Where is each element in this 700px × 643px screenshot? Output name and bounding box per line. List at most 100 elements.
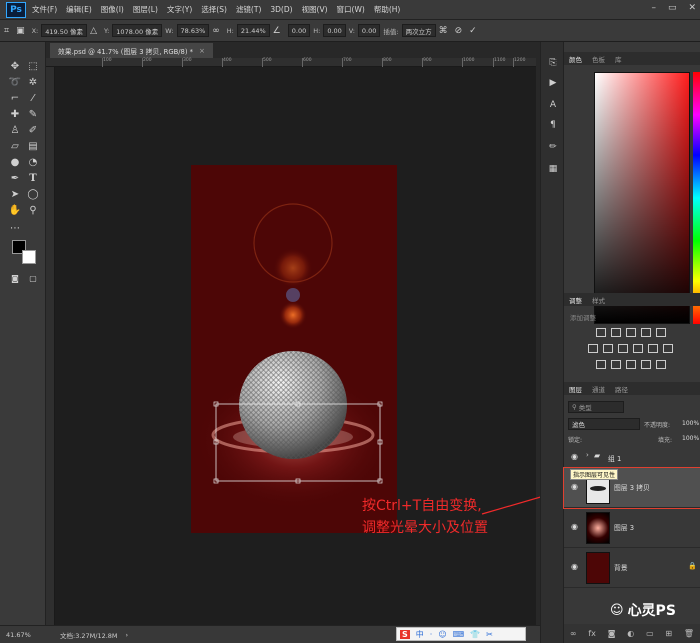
history-panel-icon[interactable]: ⎘ xyxy=(546,56,560,70)
path-select-icon[interactable]: ➤ xyxy=(8,188,22,202)
shape-tool-icon[interactable]: ◯ xyxy=(26,188,40,202)
skin-icon[interactable]: 👕 xyxy=(470,630,480,639)
sogou-icon[interactable]: S xyxy=(400,629,410,639)
menu-help[interactable]: 帮助(H) xyxy=(374,4,401,15)
adjustment-layer-icon[interactable]: ◐ xyxy=(627,629,634,638)
keyboard-icon[interactable]: ⌨ xyxy=(453,630,465,639)
levels-icon[interactable] xyxy=(611,328,621,337)
visibility-eye-icon[interactable]: ◉ xyxy=(571,482,578,491)
character-panel-icon[interactable]: A xyxy=(546,98,560,112)
blur-tool-icon[interactable]: ● xyxy=(8,156,22,170)
hand-tool-icon[interactable]: ✋ xyxy=(8,204,22,218)
menu-filter[interactable]: 滤镜(T) xyxy=(236,4,261,15)
actions-panel-icon[interactable]: ▶ xyxy=(546,76,560,90)
menu-3d[interactable]: 3D(D) xyxy=(270,5,292,14)
layer-row[interactable]: ◉ 图层 3 xyxy=(564,508,700,548)
visibility-eye-icon[interactable]: ◉ xyxy=(571,522,578,531)
channel-mixer-icon[interactable] xyxy=(648,344,658,353)
black-white-icon[interactable] xyxy=(618,344,628,353)
healing-brush-icon[interactable]: ✚ xyxy=(8,108,22,122)
hskew-field[interactable]: 0.00 xyxy=(323,24,346,37)
layer-row-group[interactable]: ◉ › ▰ 组 1 xyxy=(564,446,700,468)
screen-mode-icon[interactable]: ▢ xyxy=(26,272,40,286)
vibrance-icon[interactable] xyxy=(656,328,666,337)
more-tools-icon[interactable]: ⋯ xyxy=(8,222,22,236)
quick-mask-icon[interactable]: ◙ xyxy=(8,272,22,286)
zoom-level[interactable]: 41.67% xyxy=(6,631,60,639)
reference-point-icon[interactable]: ▣ xyxy=(16,26,25,36)
tab-libraries[interactable]: 库 xyxy=(610,54,627,64)
color-balance-icon[interactable] xyxy=(603,344,613,353)
chevron-right-icon[interactable]: › xyxy=(586,451,589,459)
type-tool-icon[interactable]: T xyxy=(26,172,40,186)
emoji-icon[interactable]: ☺ xyxy=(438,630,446,639)
opacity-value[interactable]: 100% xyxy=(682,420,699,427)
menu-file[interactable]: 文件(F) xyxy=(32,4,57,15)
commit-icon[interactable]: ✓ xyxy=(469,26,477,36)
document-tab[interactable]: 效果.psd @ 41.7% (图层 3 拷贝, RGB/8) * × xyxy=(50,43,213,58)
menu-edit[interactable]: 编辑(E) xyxy=(66,4,92,15)
minimize-icon[interactable]: – xyxy=(651,3,656,13)
history-brush-icon[interactable]: ✐ xyxy=(26,124,40,138)
threshold-icon[interactable] xyxy=(626,360,636,369)
x-field[interactable]: 419.50 像素 xyxy=(41,24,88,37)
color-lookup-icon[interactable] xyxy=(663,344,673,353)
eyedropper-icon[interactable]: ⁄ xyxy=(26,92,40,106)
interpolation-select[interactable]: 两次立方 xyxy=(401,24,436,37)
tab-swatches[interactable]: 色板 xyxy=(587,54,610,64)
menu-type[interactable]: 文字(Y) xyxy=(167,4,192,15)
tab-channels[interactable]: 通道 xyxy=(587,384,610,394)
visibility-eye-icon[interactable]: ◉ xyxy=(571,452,578,461)
vskew-field[interactable]: 0.00 xyxy=(357,24,381,37)
crop-tool-icon[interactable]: ⌐ xyxy=(8,92,22,106)
marquee-tool-icon[interactable]: ⬚ xyxy=(26,60,40,74)
delta-icon[interactable]: △ xyxy=(90,26,97,36)
color-field[interactable] xyxy=(594,72,690,324)
transform-tool-icon[interactable]: ⌗ xyxy=(4,26,9,36)
tab-color[interactable]: 颜色 xyxy=(564,54,587,64)
y-field[interactable]: 1078.00 像素 xyxy=(112,24,163,37)
layer-style-icon[interactable]: fx xyxy=(588,629,596,638)
tools-icon[interactable]: ✂ xyxy=(486,630,493,639)
new-group-icon[interactable]: ▭ xyxy=(646,629,654,638)
blend-mode-select[interactable]: 滤色 xyxy=(568,418,640,430)
selective-color-icon[interactable] xyxy=(641,360,651,369)
stamp-tool-icon[interactable]: ♙ xyxy=(8,124,22,138)
menu-view[interactable]: 视图(V) xyxy=(302,4,328,15)
magic-wand-icon[interactable]: ✲ xyxy=(26,76,40,90)
delete-layer-icon[interactable]: 🗑 xyxy=(684,629,694,638)
hue-slider[interactable] xyxy=(693,72,700,324)
brightness-icon[interactable] xyxy=(596,328,606,337)
posterize-icon[interactable] xyxy=(611,360,621,369)
dodge-tool-icon[interactable]: ◔ xyxy=(26,156,40,170)
ime-punct[interactable]: · xyxy=(430,630,433,639)
fill-value[interactable]: 100% xyxy=(682,435,699,442)
canvas-workspace[interactable] xyxy=(55,67,536,625)
warp-icon[interactable]: ⌘ xyxy=(439,26,448,36)
menu-select[interactable]: 选择(S) xyxy=(201,4,227,15)
layer-filter-select[interactable]: ⚲ 类型 xyxy=(568,401,624,413)
cancel-icon[interactable]: ⊘ xyxy=(455,26,463,36)
width-field[interactable]: 78.63% xyxy=(176,24,210,37)
invert-icon[interactable] xyxy=(596,360,606,369)
menu-layer[interactable]: 图层(L) xyxy=(133,4,158,15)
curves-icon[interactable] xyxy=(626,328,636,337)
clone-source-icon[interactable]: ▦ xyxy=(546,162,560,176)
lasso-tool-icon[interactable]: ➰ xyxy=(8,76,22,90)
ime-mode[interactable]: 中 xyxy=(416,629,424,640)
status-arrow-icon[interactable]: › xyxy=(126,631,129,639)
exposure-icon[interactable] xyxy=(641,328,651,337)
maximize-icon[interactable]: ▭ xyxy=(668,3,677,13)
photo-filter-icon[interactable] xyxy=(633,344,643,353)
height-field[interactable]: 21.44% xyxy=(236,24,270,37)
brush-tool-icon[interactable]: ✎ xyxy=(26,108,40,122)
gradient-tool-icon[interactable]: ▤ xyxy=(26,140,40,154)
move-tool-icon[interactable]: ✥ xyxy=(8,60,22,74)
paragraph-panel-icon[interactable]: ¶ xyxy=(546,118,560,132)
visibility-eye-icon[interactable]: ◉ xyxy=(571,562,578,571)
layer-row-background[interactable]: ◉ 背景 🔒 xyxy=(564,548,700,588)
zoom-tool-icon[interactable]: ⚲ xyxy=(26,204,40,218)
angle-field[interactable]: 0.00 xyxy=(287,24,311,37)
eraser-tool-icon[interactable]: ▱ xyxy=(8,140,22,154)
mask-icon[interactable]: ◙ xyxy=(608,629,616,638)
